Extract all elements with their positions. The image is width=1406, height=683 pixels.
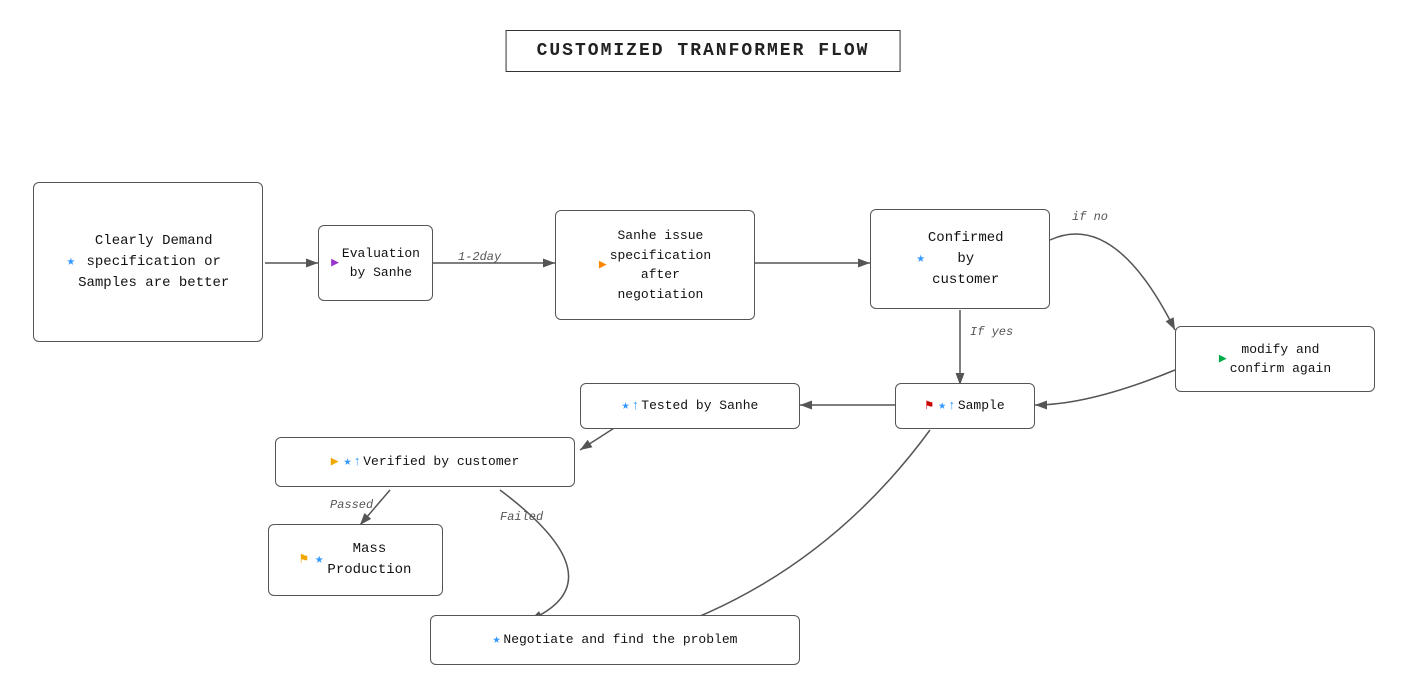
node-confirmed: ★ Confirmedbycustomer: [870, 209, 1050, 309]
tri-icon-modify: ▶: [1219, 349, 1227, 369]
confirmed-label: Confirmedbycustomer: [928, 228, 1004, 291]
tested-label: Tested by Sanhe: [641, 396, 758, 416]
star-icon-sample: ★: [938, 396, 946, 416]
arr-icon-tested: ↑: [631, 396, 639, 416]
arr-icon-sample: ↑: [948, 396, 956, 416]
node-clearly-demand: ★ Clearly Demand specification or Sample…: [33, 182, 263, 342]
node-sample: ⚑ ★ ↑ Sample: [895, 383, 1035, 429]
node-modify: ▶ modify andconfirm again: [1175, 326, 1375, 392]
mass-production-label: MassProduction: [327, 539, 411, 581]
sample-label: Sample: [958, 396, 1005, 416]
star-icon-verified: ★: [344, 452, 352, 472]
diagram-container: CUSTOMIZED TRANFORMER FLOW: [0, 0, 1406, 683]
evaluation-label: Evaluationby Sanhe: [342, 244, 420, 283]
star-icon-clearly: ★: [67, 252, 75, 273]
node-negotiate: ★ Negotiate and find the problem: [430, 615, 800, 665]
title-text: CUSTOMIZED TRANFORMER FLOW: [537, 41, 870, 61]
label-passed: Passed: [330, 498, 373, 512]
label-1-2day: 1-2day: [458, 250, 501, 264]
clearly-demand-label: Clearly Demand specification or Samples …: [78, 231, 229, 294]
star-icon-mass: ★: [315, 550, 323, 571]
tri-icon-sanhe: ▶: [599, 255, 607, 275]
tri-icon-evaluation: ▶: [331, 253, 339, 273]
star-icon-negotiate: ★: [493, 630, 501, 650]
modify-label: modify andconfirm again: [1230, 340, 1331, 379]
verified-label: Verified by customer: [363, 452, 519, 472]
negotiate-label: Negotiate and find the problem: [503, 630, 737, 650]
title-box: CUSTOMIZED TRANFORMER FLOW: [506, 30, 901, 72]
node-evaluation: ▶ Evaluationby Sanhe: [318, 225, 433, 301]
label-if-yes: If yes: [970, 325, 1013, 339]
node-sanhe-issue: ▶ Sanhe issuespecificationafternegotiati…: [555, 210, 755, 320]
star-icon-confirmed: ★: [916, 249, 924, 270]
sanhe-issue-label: Sanhe issuespecificationafternegotiation: [610, 226, 711, 304]
star-icon-tested: ★: [622, 396, 630, 416]
label-if-no: if no: [1072, 210, 1108, 224]
node-verified: ▶ ★ ↑ Verified by customer: [275, 437, 575, 487]
node-mass-production: ⚑ ★ MassProduction: [268, 524, 443, 596]
tri-icon-mass: ⚑: [300, 550, 308, 571]
label-failed: Failed: [500, 510, 543, 524]
tri-icon-sample: ⚑: [925, 396, 933, 416]
arr-icon-verified: ↑: [353, 452, 361, 472]
tri-icon-verified: ▶: [331, 452, 339, 472]
node-tested: ★ ↑ Tested by Sanhe: [580, 383, 800, 429]
